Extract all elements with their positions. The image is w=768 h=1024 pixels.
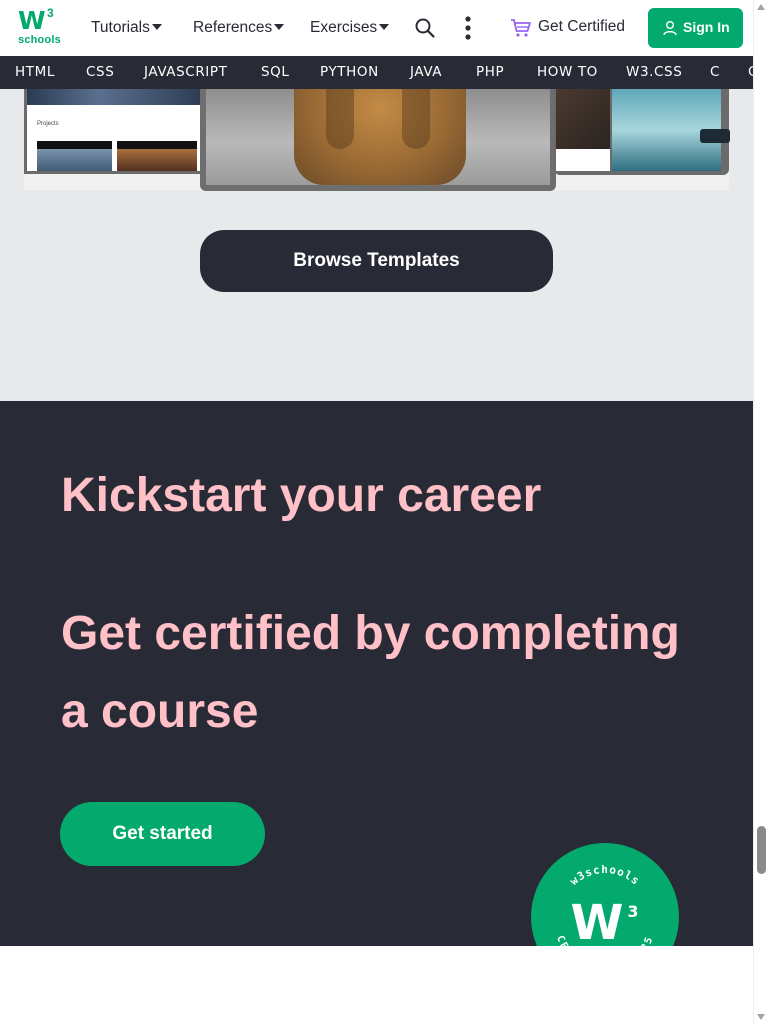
preview-banner-image	[27, 89, 201, 105]
nav-exercises-label: Exercises	[310, 19, 378, 36]
w3schools-logo[interactable]: W 3 schools	[16, 6, 61, 48]
scrollbar-thumb[interactable]	[757, 826, 766, 874]
top-header: W 3 schools Tutorials References Exercis…	[0, 0, 753, 56]
nav-exercises[interactable]: Exercises	[310, 18, 390, 38]
subnav-python[interactable]: PYTHON	[320, 64, 379, 80]
next-section	[0, 946, 753, 1024]
subnav-c[interactable]: C	[710, 64, 720, 80]
user-icon	[663, 21, 677, 36]
more-vertical-icon[interactable]	[463, 15, 473, 41]
certification-heading-line1: Get certified by completing	[61, 607, 680, 660]
nav-references-label: References	[193, 19, 273, 36]
cart-icon[interactable]	[510, 18, 532, 38]
caret-down-icon	[274, 24, 285, 30]
logo-mark: W	[18, 6, 46, 35]
browse-templates-button[interactable]: Browse Templates	[200, 230, 553, 292]
get-certified-link[interactable]: Get Certified	[538, 18, 625, 36]
scroll-up-arrow-icon[interactable]	[757, 4, 765, 10]
subnav-how-to[interactable]: HOW TO	[537, 64, 598, 80]
nav-tutorials-label: Tutorials	[91, 19, 150, 36]
subnav-html[interactable]: HTML	[15, 64, 55, 80]
subnav-sql[interactable]: SQL	[261, 64, 290, 80]
template-preview-center	[200, 89, 556, 191]
nav-references[interactable]: References	[193, 18, 285, 38]
caret-down-icon	[151, 24, 162, 30]
subject-navbar: HTML CSS JAVASCRIPT SQL PYTHON JAVA PHP …	[0, 56, 753, 89]
badge-superscript: 3	[627, 902, 638, 921]
templates-section: Projects Browse Templates	[0, 89, 753, 401]
preview-gondola-shape	[700, 129, 730, 143]
preview-coat-fold	[402, 89, 430, 149]
caret-down-icon	[379, 24, 390, 30]
preview-photo-dark	[556, 89, 610, 149]
search-icon[interactable]	[414, 17, 436, 39]
sign-in-label: Sign In	[683, 19, 730, 35]
template-preview-right	[554, 89, 730, 175]
get-started-button[interactable]: Get started	[60, 802, 265, 866]
career-heading: Kickstart your career	[61, 469, 542, 522]
preview-thumbnail	[37, 141, 112, 171]
subnav-javascript[interactable]: JAVASCRIPT	[144, 64, 227, 80]
page-scrollbar[interactable]	[753, 0, 768, 1024]
preview-thumbnail	[117, 141, 197, 171]
logo-superscript: 3	[47, 6, 54, 20]
preview-white-panel	[556, 149, 610, 171]
preview-coat-shape	[294, 89, 466, 185]
certification-heading-line2: a course	[61, 685, 259, 738]
sign-in-button[interactable]: Sign In	[648, 8, 743, 48]
preview-coat-fold	[326, 89, 354, 149]
template-preview-left: Projects	[24, 89, 204, 174]
subnav-java[interactable]: JAVA	[410, 64, 442, 80]
subnav-w3css[interactable]: W3.CSS	[626, 64, 682, 80]
scroll-down-arrow-icon[interactable]	[757, 1014, 765, 1020]
preview-photo-person	[206, 89, 550, 185]
subnav-php[interactable]: PHP	[476, 64, 504, 80]
nav-tutorials[interactable]: Tutorials	[91, 18, 162, 38]
subnav-css[interactable]: CSS	[86, 64, 114, 80]
badge-mark: W	[571, 895, 624, 951]
logo-wordmark: schools	[18, 34, 61, 46]
preview-photo-gondola	[612, 89, 730, 171]
preview-projects-label: Projects	[37, 121, 59, 127]
